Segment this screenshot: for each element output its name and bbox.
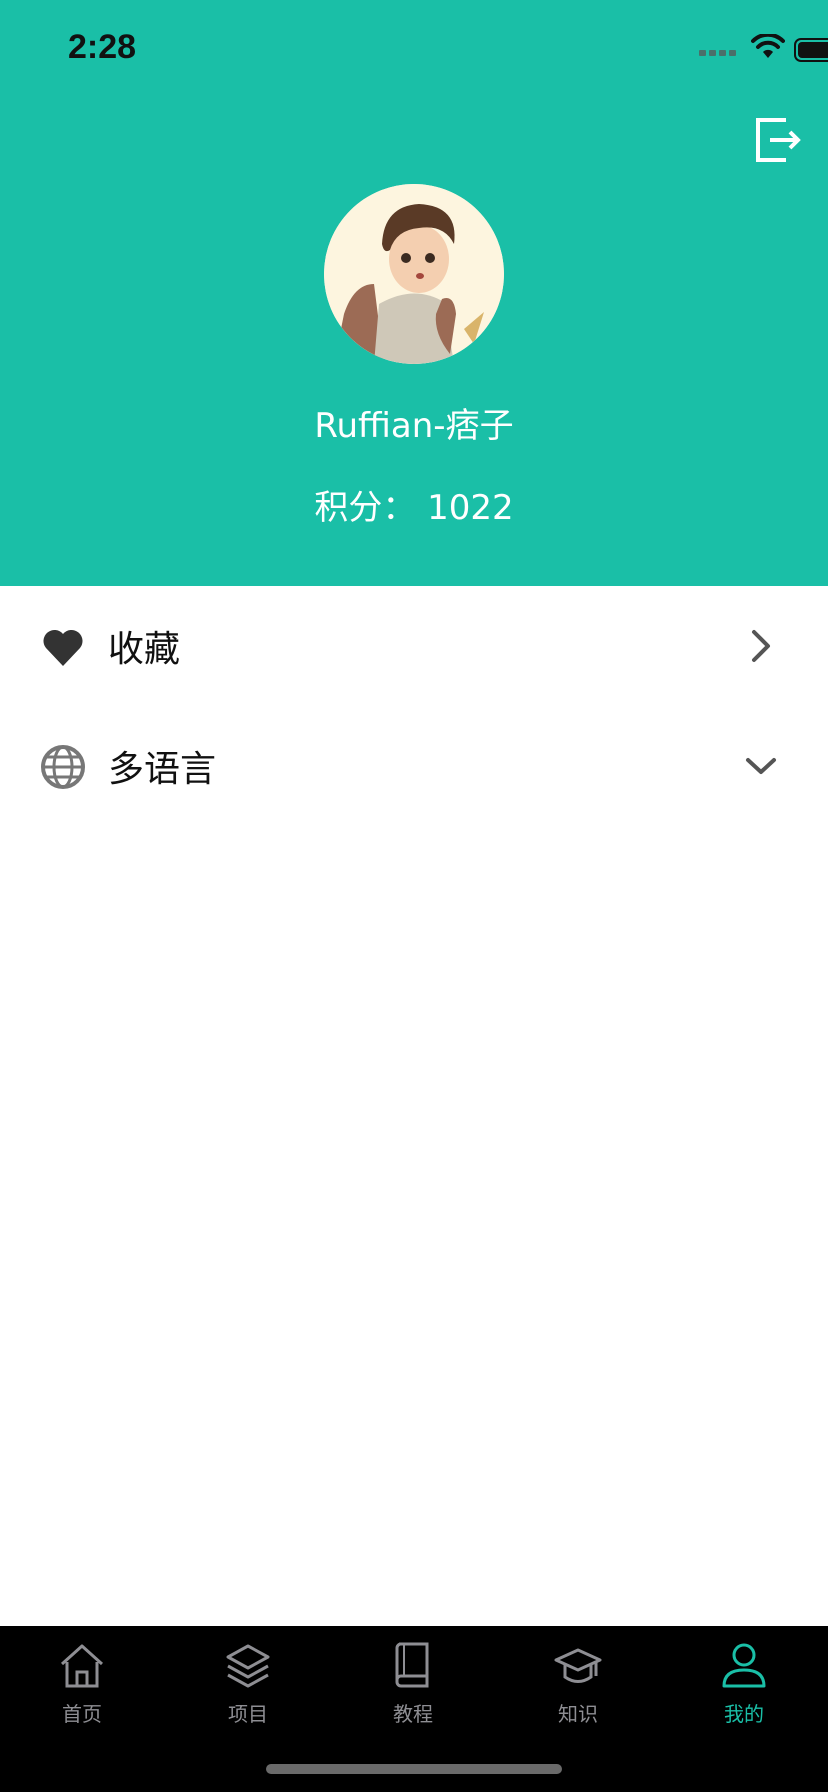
tab-knowledge[interactable]: 知识 xyxy=(518,1640,638,1750)
tab-label: 项目 xyxy=(228,1702,268,1726)
chevron-down-icon xyxy=(746,758,776,774)
user-icon xyxy=(722,1643,766,1688)
cellular-signal-icon xyxy=(699,50,736,56)
username: Ruffian-痞子 xyxy=(314,406,514,446)
status-time: 2:28 xyxy=(68,28,137,66)
tab-label: 教程 xyxy=(393,1702,433,1726)
avatar[interactable] xyxy=(324,184,504,364)
tab-label: 知识 xyxy=(558,1702,598,1726)
points-score: 积分： 1022 xyxy=(314,488,514,528)
tab-home[interactable]: 首页 xyxy=(22,1640,142,1750)
menu-item-favorites[interactable]: 收藏 xyxy=(0,590,828,702)
tab-projects[interactable]: 项目 xyxy=(188,1640,308,1750)
battery-icon xyxy=(794,38,828,62)
menu-item-label: 多语言 xyxy=(108,749,217,790)
heart-icon xyxy=(43,629,83,666)
menu-item-label: 收藏 xyxy=(108,629,181,670)
profile-header: 2:28 Ruffian-痞子 积分： 1022 xyxy=(0,0,828,586)
chevron-right-icon xyxy=(752,630,770,662)
wifi-icon xyxy=(751,34,785,58)
home-indicator xyxy=(266,1764,562,1774)
tab-tutorials[interactable]: 教程 xyxy=(353,1640,473,1750)
menu-item-language[interactable]: 多语言 xyxy=(0,710,828,822)
logout-icon[interactable] xyxy=(750,114,802,166)
home-icon xyxy=(60,1644,104,1688)
book-icon xyxy=(395,1642,429,1688)
graduation-cap-icon xyxy=(554,1648,602,1683)
tab-label: 我的 xyxy=(724,1702,764,1726)
layers-icon xyxy=(226,1644,270,1688)
tab-mine[interactable]: 我的 xyxy=(684,1640,804,1750)
globe-icon xyxy=(41,745,85,789)
tab-label: 首页 xyxy=(62,1702,102,1726)
avatar-illustration xyxy=(324,184,504,364)
